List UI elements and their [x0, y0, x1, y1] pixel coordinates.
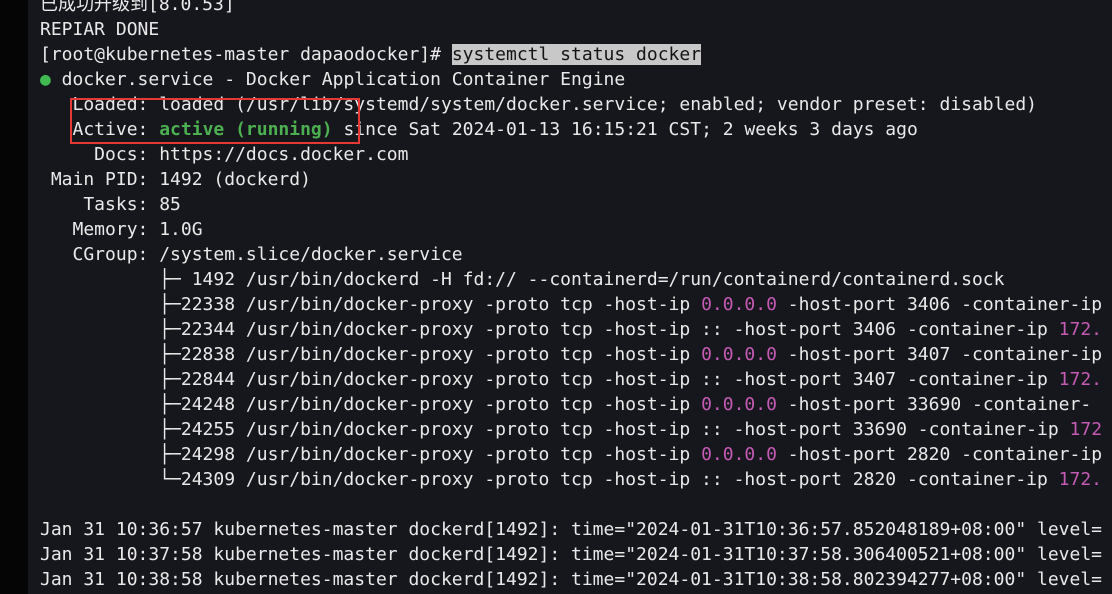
process-cmd: ├─22344 /usr/bin/docker-proxy -proto tcp…: [40, 319, 1059, 340]
host-ip: 0.0.0.0: [701, 294, 777, 315]
host-ip: 0.0.0.0: [701, 344, 777, 365]
process-cmd: ├─22838 /usr/bin/docker-proxy -proto tcp…: [40, 344, 702, 365]
cgroup-line: CGroup: /system.slice/docker.service: [40, 244, 463, 265]
container-ip: 172.: [1058, 319, 1103, 340]
process-cmd-rest: -host-port 2820 -container-ip: [776, 444, 1103, 465]
process-cmd: ├─24255 /usr/bin/docker-proxy -proto tcp…: [40, 419, 1070, 440]
cgroup-process-line: ├─24255 /usr/bin/docker-proxy -proto tcp…: [40, 417, 1102, 442]
annotation-highlight-box: [70, 98, 360, 144]
cgroup-process-line: ├─22344 /usr/bin/docker-proxy -proto tcp…: [40, 317, 1102, 342]
process-cmd-rest: -host-port 33690 -container-: [776, 394, 1092, 415]
host-ip: 0.0.0.0: [701, 394, 777, 415]
process-cmd-rest: -host-port 3407 -container-ip: [776, 344, 1103, 365]
process-cmd: └─24309 /usr/bin/docker-proxy -proto tcp…: [40, 469, 1059, 490]
upgrade-message-line: 已成功升级到[8.0.53]: [40, 0, 235, 15]
cgroup-process-line: ├─22338 /usr/bin/docker-proxy -proto tcp…: [40, 292, 1102, 317]
cgroup-process-line: ├─24248 /usr/bin/docker-proxy -proto tcp…: [40, 392, 1091, 417]
journal-log-line: Jan 31 10:37:58 kubernetes-master docker…: [40, 544, 1103, 565]
service-title-line: ● docker.service - Docker Application Co…: [40, 67, 625, 92]
process-cmd: ├─22338 /usr/bin/docker-proxy -proto tcp…: [40, 294, 702, 315]
left-edge-strip: [0, 0, 28, 594]
docs-line: Docs: https://docs.docker.com: [40, 144, 409, 165]
cgroup-process-line: ├─22838 /usr/bin/docker-proxy -proto tcp…: [40, 342, 1102, 367]
cgroup-process-line: └─24309 /usr/bin/docker-proxy -proto tcp…: [40, 467, 1102, 492]
service-title: docker.service - Docker Application Cont…: [50, 69, 626, 90]
cgroup-process-line: ├─ 1492 /usr/bin/dockerd -H fd:// --cont…: [40, 269, 1005, 290]
process-cmd: ├─24248 /usr/bin/docker-proxy -proto tcp…: [40, 394, 702, 415]
memory-line: Memory: 1.0G: [40, 219, 203, 240]
command-line: [root@kubernetes-master dapaodocker]# sy…: [40, 42, 702, 67]
host-ip: 0.0.0.0: [701, 444, 777, 465]
command-text[interactable]: systemctl status docker: [451, 44, 702, 65]
container-ip: 172.: [1058, 369, 1103, 390]
journal-log-line: Jan 31 10:36:57 kubernetes-master docker…: [40, 519, 1103, 540]
cgroup-process-line: ├─22844 /usr/bin/docker-proxy -proto tcp…: [40, 367, 1102, 392]
cgroup-process-line: ├─24298 /usr/bin/docker-proxy -proto tcp…: [40, 442, 1102, 467]
process-cmd: ├─24298 /usr/bin/docker-proxy -proto tcp…: [40, 444, 702, 465]
status-dot-icon: ●: [40, 69, 51, 90]
process-cmd: ├─22844 /usr/bin/docker-proxy -proto tcp…: [40, 369, 1059, 390]
container-ip: 172.: [1058, 469, 1103, 490]
shell-prompt: [root@kubernetes-master dapaodocker]#: [40, 44, 452, 65]
journal-log-line: Jan 31 10:38:58 kubernetes-master docker…: [40, 569, 1103, 590]
main-pid-line: Main PID: 1492 (dockerd): [40, 169, 311, 190]
tasks-line: Tasks: 85: [40, 194, 181, 215]
repair-done-line: REPIAR DONE: [40, 19, 160, 40]
terminal-output[interactable]: 已成功升级到[8.0.53] REPIAR DONE [root@kuberne…: [28, 0, 1112, 594]
active-since: since Sat 2024-01-13 16:15:21 CST; 2 wee…: [332, 119, 918, 140]
process-cmd-rest: -host-port 3406 -container-ip: [776, 294, 1103, 315]
container-ip: 172: [1069, 419, 1103, 440]
screenshot-frame: 已成功升级到[8.0.53] REPIAR DONE [root@kuberne…: [0, 0, 1112, 594]
